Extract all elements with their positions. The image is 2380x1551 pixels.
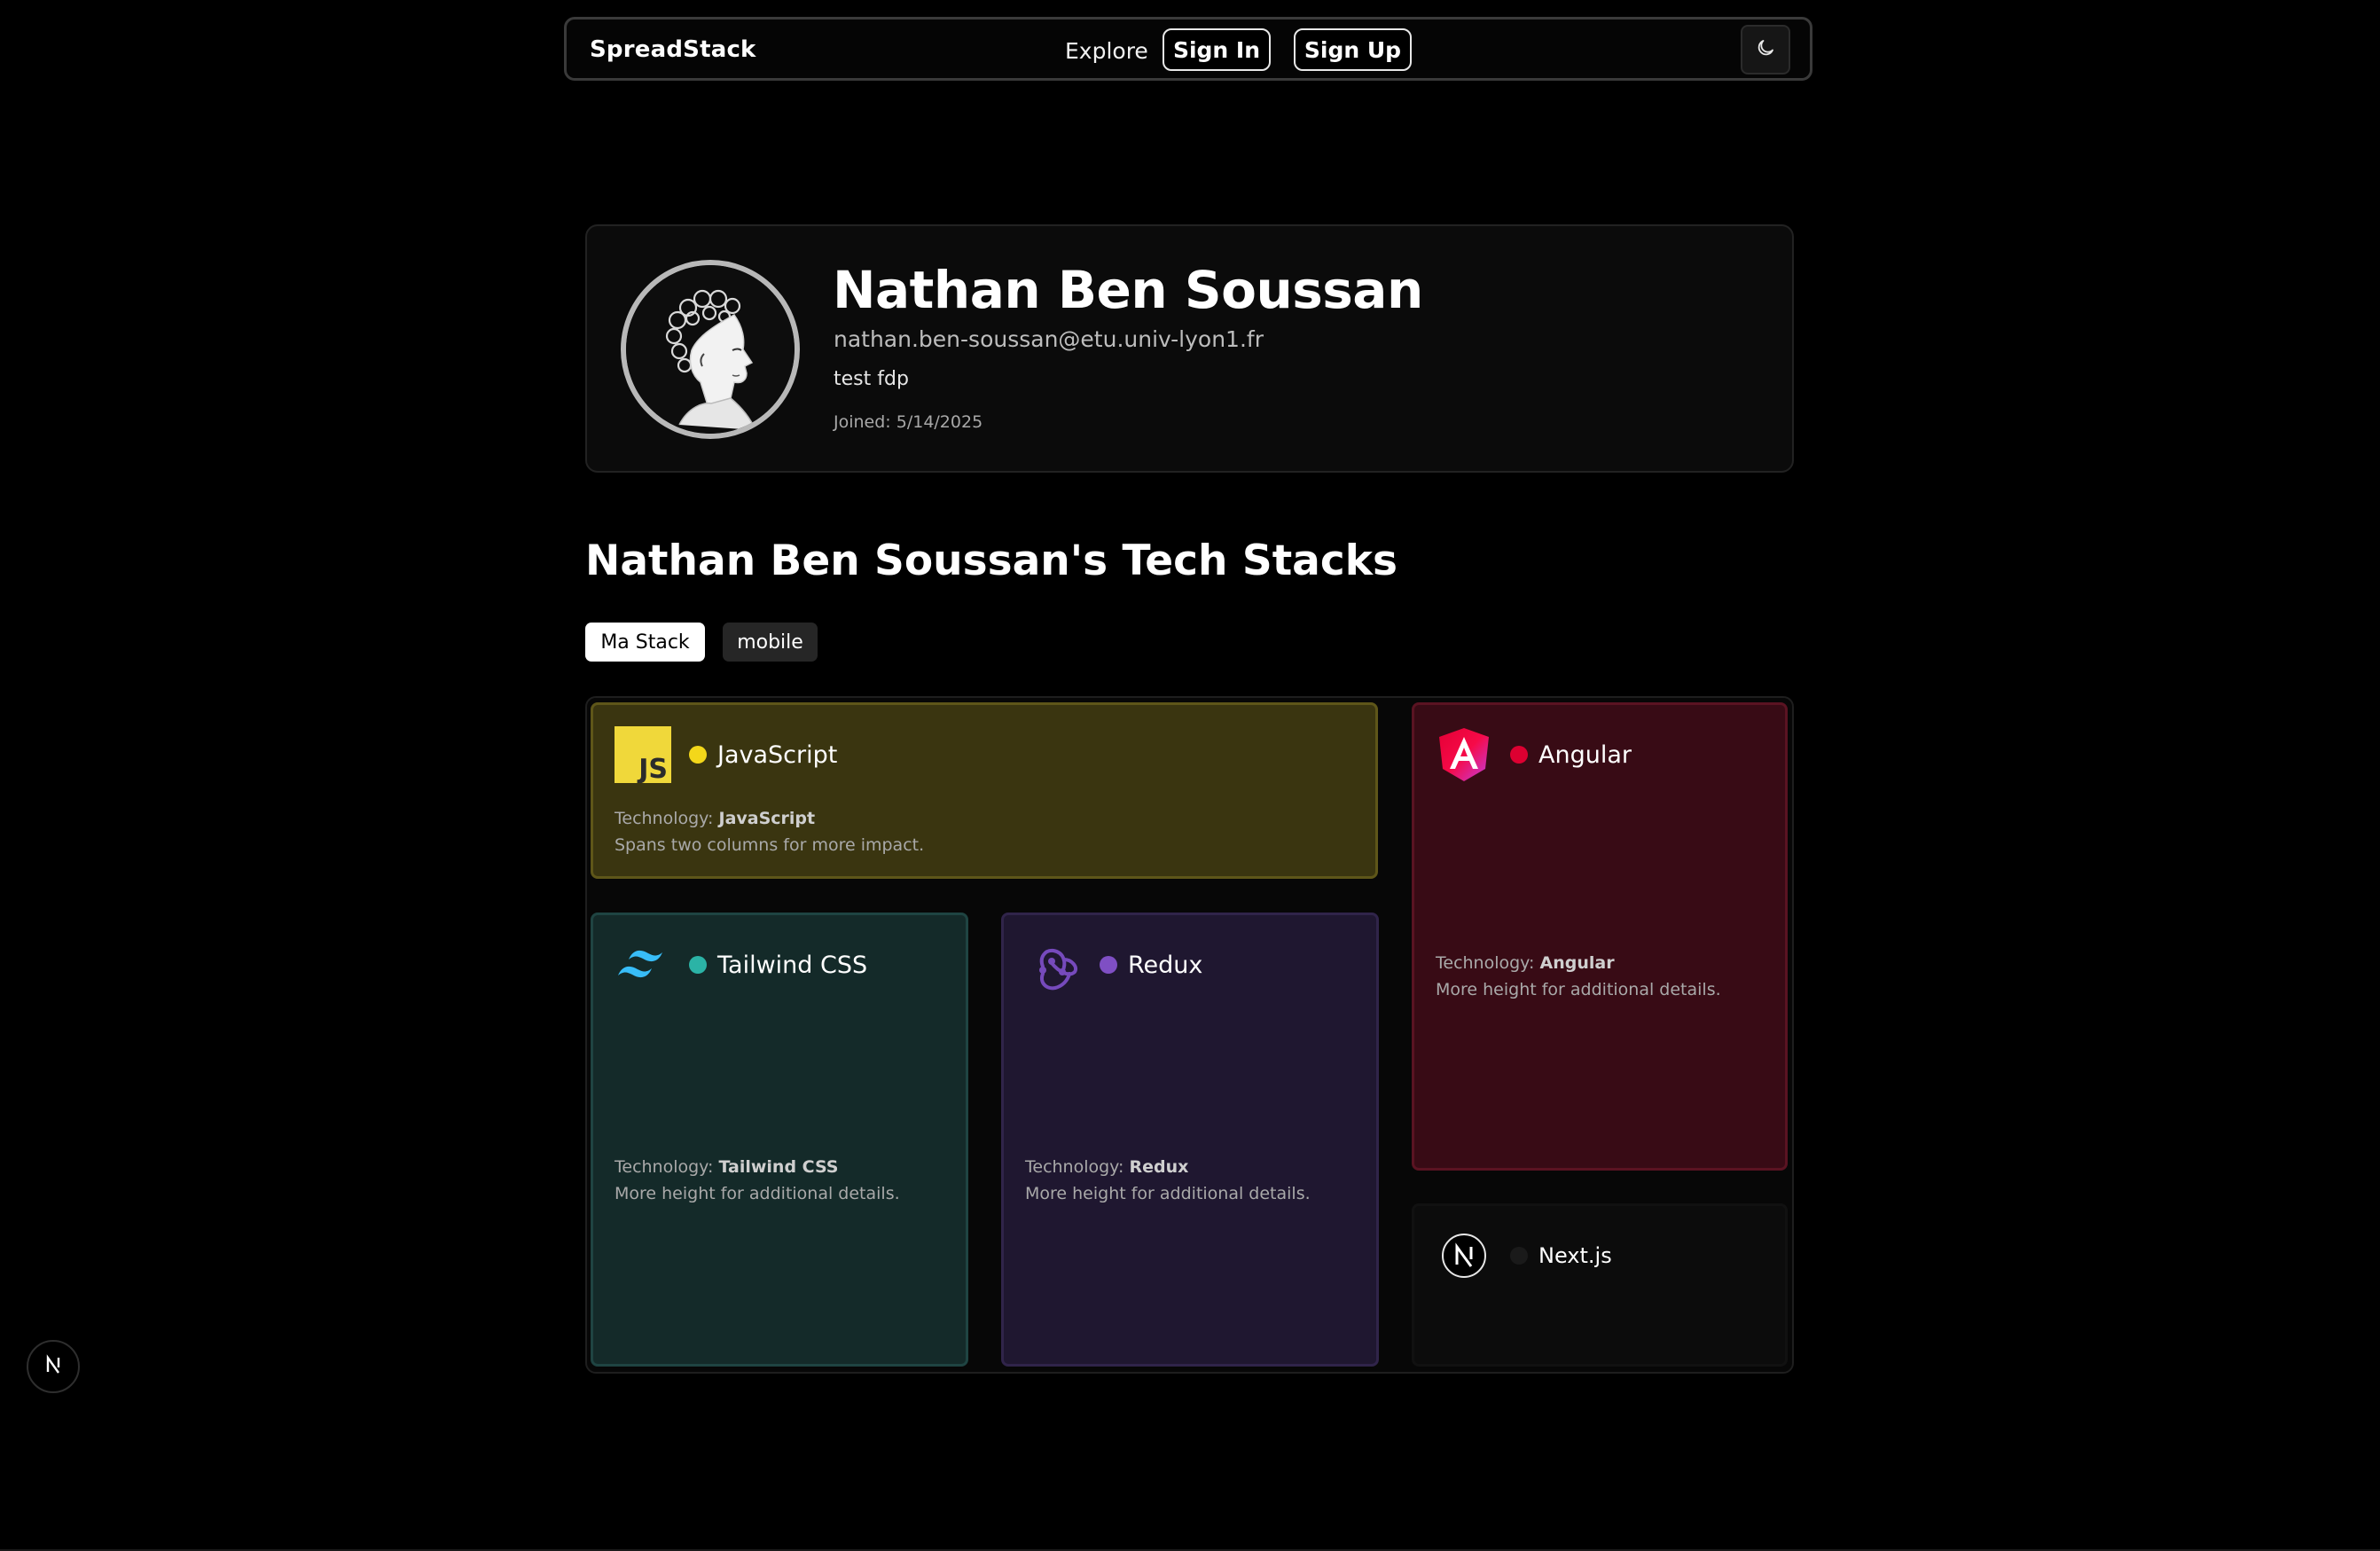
stack-card-tailwind[interactable]: Tailwind CSS Technology: Tailwind CSS Mo…: [591, 913, 968, 1367]
avatar: [621, 260, 800, 439]
status-dot: [689, 746, 707, 764]
card-title: Angular: [1538, 740, 1632, 769]
javascript-icon: JS: [615, 726, 671, 783]
card-description: Spans two columns for more impact.: [615, 835, 925, 855]
status-dot: [1510, 1247, 1528, 1265]
nextjs-dev-badge[interactable]: [27, 1340, 80, 1393]
tailwind-icon: [615, 936, 671, 993]
stack-card-javascript[interactable]: JS JavaScript Technology: JavaScript Spa…: [591, 702, 1378, 879]
card-description: More height for additional details.: [1436, 980, 1721, 999]
sign-in-button[interactable]: Sign In: [1163, 28, 1271, 71]
profile-name: Nathan Ben Soussan: [833, 260, 1423, 320]
explore-link[interactable]: Explore: [1065, 38, 1148, 64]
card-technology: Technology: JavaScript: [615, 809, 816, 828]
card-title: Redux: [1128, 951, 1203, 979]
profile-bio: test fdp: [834, 368, 909, 390]
nextjs-icon: [39, 1351, 67, 1383]
theme-toggle-button[interactable]: [1741, 25, 1790, 74]
svg-text:JS: JS: [637, 754, 668, 783]
card-description: More height for additional details.: [615, 1184, 900, 1203]
angular-icon: [1436, 726, 1492, 783]
status-dot: [1510, 746, 1528, 764]
moon-icon: [1755, 37, 1776, 62]
card-title: Tailwind CSS: [717, 951, 868, 979]
profile-card: Nathan Ben Soussan nathan.ben-soussan@et…: [585, 224, 1794, 473]
brand-logo[interactable]: SpreadStack: [590, 36, 756, 63]
stack-card-nextjs[interactable]: Next.js: [1412, 1203, 1788, 1367]
tab-ma-stack[interactable]: Ma Stack: [585, 623, 705, 662]
profile-email: nathan.ben-soussan@etu.univ-lyon1.fr: [834, 326, 1264, 352]
stack-card-angular[interactable]: Angular Technology: Angular More height …: [1412, 702, 1788, 1171]
redux-icon: [1025, 936, 1082, 993]
card-technology: Technology: Redux: [1025, 1157, 1189, 1177]
card-technology: Technology: Angular: [1436, 953, 1615, 973]
stacks-title: Nathan Ben Soussan's Tech Stacks: [585, 537, 1397, 585]
navbar: SpreadStack Explore Sign In Sign Up: [564, 17, 1812, 81]
status-dot: [689, 956, 707, 974]
nextjs-icon: [1436, 1227, 1492, 1284]
stack-card-redux[interactable]: Redux Technology: Redux More height for …: [1001, 913, 1379, 1367]
profile-joined-date: Joined: 5/14/2025: [834, 412, 983, 432]
status-dot: [1100, 956, 1117, 974]
card-description: More height for additional details.: [1025, 1184, 1311, 1203]
card-title: JavaScript: [717, 740, 838, 769]
card-technology: Technology: Tailwind CSS: [615, 1157, 839, 1177]
tab-mobile[interactable]: mobile: [723, 623, 818, 662]
sign-up-button[interactable]: Sign Up: [1294, 28, 1412, 71]
card-title: Next.js: [1538, 1243, 1612, 1268]
